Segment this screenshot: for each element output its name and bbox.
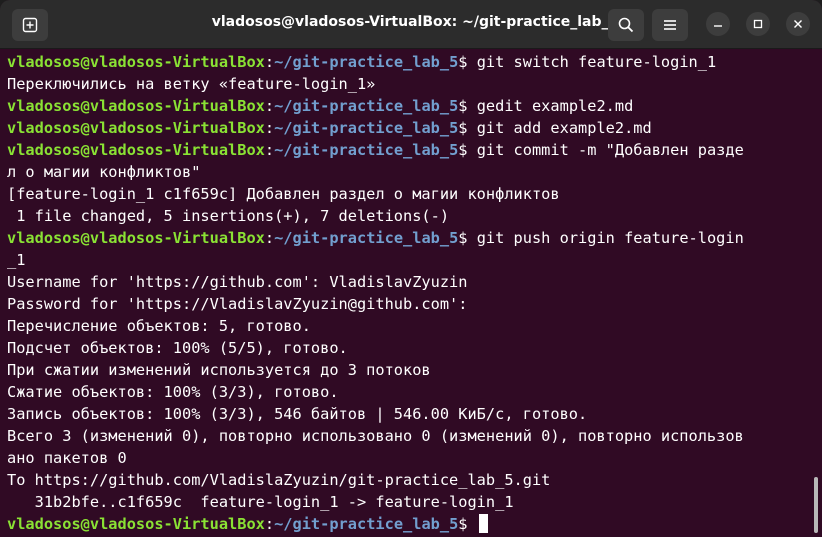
new-tab-button[interactable] <box>12 9 48 41</box>
output-line: Подсчет объектов: 100% (5/5), готово. <box>7 339 348 357</box>
maximize-icon <box>753 19 763 29</box>
terminal-window: vladosos@vladosos-VirtualBox: ~/git-prac… <box>0 0 822 537</box>
output-line: Password for 'https://VladislavZyuzin@gi… <box>7 295 468 313</box>
output-line: _1 <box>7 251 26 269</box>
prompt-dollar: $ <box>458 141 477 159</box>
prompt-user-host: vladosos@vladosos-VirtualBox <box>7 141 265 159</box>
prompt-colon: : <box>264 515 275 533</box>
title-bar[interactable]: vladosos@vladosos-VirtualBox: ~/git-prac… <box>0 0 822 49</box>
prompt-colon: : <box>264 97 275 115</box>
prompt-user-host: vladosos@vladosos-VirtualBox <box>7 53 265 71</box>
output-line: Переключились на ветку «feature-login_1» <box>7 75 376 93</box>
window-title: vladosos@vladosos-VirtualBox: ~/git-prac… <box>211 14 619 30</box>
output-line: [feature-login_1 c1f659c] Добавлен разде… <box>7 185 560 203</box>
prompt-line: vladosos@vladosos-VirtualBox:~/git-pract… <box>7 117 815 139</box>
command-text: git add example2.md <box>476 119 652 137</box>
close-button[interactable] <box>786 12 810 36</box>
search-button[interactable] <box>608 9 644 41</box>
output-line: Всего 3 (изменений 0), повторно использо… <box>7 427 744 445</box>
prompt-dollar: $ <box>458 53 477 71</box>
output-line: Запись объектов: 100% (3/3), 546 байтов … <box>7 405 588 423</box>
output-line: Перечисление объектов: 5, готово. <box>7 317 311 335</box>
prompt-dollar: $ <box>458 515 477 533</box>
output-line: To https://github.com/VladislaZyuzin/git… <box>7 471 551 489</box>
prompt-colon: : <box>264 229 275 247</box>
prompt-colon: : <box>264 141 275 159</box>
output-line: Сжатие объектов: 100% (3/3), готово. <box>7 383 339 401</box>
terminal-area[interactable]: vladosos@vladosos-VirtualBox:~/git-pract… <box>0 49 822 537</box>
prompt-user-host: vladosos@vladosos-VirtualBox <box>7 515 265 533</box>
close-icon <box>794 20 802 28</box>
command-text: git push origin feature-login <box>476 229 744 247</box>
minimize-button[interactable] <box>706 12 730 36</box>
prompt-user-host: vladosos@vladosos-VirtualBox <box>7 97 265 115</box>
output-line: ано пакетов 0 <box>7 449 127 467</box>
prompt-path: ~/git-practice_lab_5 <box>274 229 459 247</box>
prompt-dollar: $ <box>458 229 477 247</box>
output-line: Username for 'https://github.com': Vladi… <box>7 273 468 291</box>
command-text: git switch feature-login_1 <box>476 53 717 71</box>
prompt-line: vladosos@vladosos-VirtualBox:~/git-pract… <box>7 51 815 73</box>
prompt-path: ~/git-practice_lab_5 <box>274 53 459 71</box>
prompt-path: ~/git-practice_lab_5 <box>274 141 459 159</box>
prompt-line: vladosos@vladosos-VirtualBox:~/git-pract… <box>7 227 815 249</box>
text-cursor <box>478 514 488 533</box>
hamburger-menu-icon <box>664 20 676 30</box>
new-tab-icon <box>22 17 38 33</box>
menu-button[interactable] <box>652 9 688 41</box>
prompt-dollar: $ <box>458 119 477 137</box>
prompt-colon: : <box>264 53 275 71</box>
maximize-button[interactable] <box>746 12 770 36</box>
scrollbar[interactable] <box>814 477 818 533</box>
prompt-path: ~/git-practice_lab_5 <box>274 515 459 533</box>
prompt-path: ~/git-practice_lab_5 <box>274 97 459 115</box>
prompt-path: ~/git-practice_lab_5 <box>274 119 459 137</box>
prompt-user-host: vladosos@vladosos-VirtualBox <box>7 229 265 247</box>
terminal-output: vladosos@vladosos-VirtualBox:~/git-pract… <box>7 51 815 535</box>
prompt-colon: : <box>264 119 275 137</box>
prompt-line: vladosos@vladosos-VirtualBox:~/git-pract… <box>7 95 815 117</box>
minimize-icon <box>714 25 722 27</box>
prompt-user-host: vladosos@vladosos-VirtualBox <box>7 119 265 137</box>
output-line: 1 file changed, 5 insertions(+), 7 delet… <box>7 207 450 225</box>
command-text: git commit -m "Добавлен разде <box>476 141 744 159</box>
prompt-line: vladosos@vladosos-VirtualBox:~/git-pract… <box>7 139 815 161</box>
output-line: л о магии конфликтов" <box>7 163 201 181</box>
output-line: При сжатии изменений используется до 3 п… <box>7 361 431 379</box>
prompt-line: vladosos@vladosos-VirtualBox:~/git-pract… <box>7 513 815 535</box>
prompt-dollar: $ <box>458 97 477 115</box>
output-line: 31b2bfe..c1f659c feature-login_1 -> feat… <box>7 493 514 511</box>
command-text: gedit example2.md <box>476 97 634 115</box>
search-icon <box>618 17 634 33</box>
